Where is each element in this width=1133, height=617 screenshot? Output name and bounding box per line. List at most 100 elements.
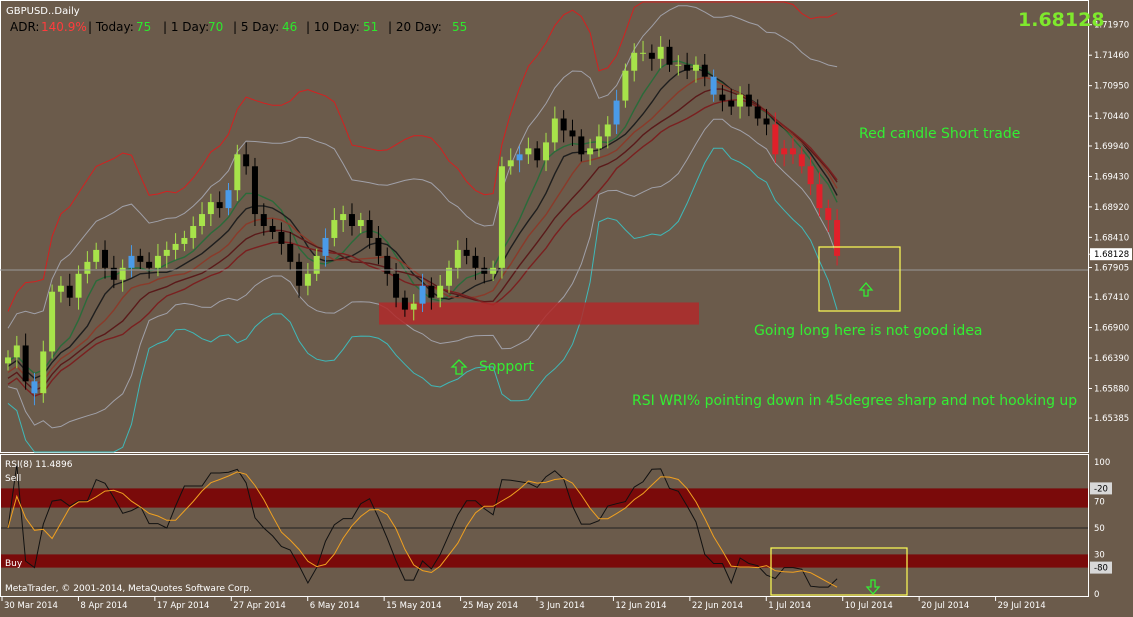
price-tick-label: 1.67410: [1094, 293, 1129, 303]
candle-body: [102, 249, 109, 268]
rsi-overbought-band: [1, 488, 1088, 508]
candle-body: [595, 136, 602, 149]
adr-label: ADR:: [10, 20, 39, 34]
candle-body: [393, 273, 400, 298]
date-tick-label: 3 Jun 2014: [539, 601, 585, 611]
candle-body: [384, 255, 391, 274]
candle-body: [84, 261, 91, 274]
date-tick-label: 1 Jul 2014: [768, 601, 811, 611]
price-tick-label: 1.70950: [1094, 82, 1129, 92]
day10-label: | 10 Day:: [306, 20, 360, 34]
candle-body: [172, 243, 179, 250]
candle-body: [507, 160, 514, 167]
candle-body: [190, 226, 197, 238]
rsi-level-label: 30: [1094, 550, 1105, 560]
candle-body: [428, 285, 435, 298]
candle-body: [472, 255, 479, 268]
candle-body: [357, 220, 364, 227]
candle-body: [710, 76, 717, 95]
support-zone: [379, 302, 699, 325]
price-tick-label: 1.69940: [1094, 142, 1129, 152]
price-tick-label: 1.66390: [1094, 354, 1129, 364]
date-tick-label: 17 Apr 2014: [157, 601, 210, 611]
candle-body: [525, 148, 532, 155]
candle-body: [5, 357, 11, 364]
candle-body: [463, 249, 470, 256]
candle-body: [551, 118, 558, 143]
adr-stats: ADR: 140.9% | Today: 75 | 1 Day: 70 | 5 …: [10, 20, 467, 34]
candle-body: [781, 148, 788, 155]
candle-body: [313, 255, 320, 274]
candle-body: [640, 52, 647, 54]
day20-value: 55: [452, 20, 467, 34]
candle-body: [199, 214, 206, 227]
candle-body: [348, 214, 355, 227]
candle-body: [745, 94, 752, 107]
price-tick-label: 1.68410: [1094, 233, 1129, 243]
candle-body: [613, 100, 620, 125]
candle-body: [578, 136, 585, 155]
date-tick-label: 12 Jun 2014: [615, 601, 666, 611]
candle-body: [569, 130, 576, 137]
price-chart[interactable]: 1.719701.714601.709501.704401.699401.694…: [0, 0, 1133, 613]
candle-body: [534, 148, 541, 161]
candle-body: [657, 46, 664, 59]
price-tick-label: 1.68920: [1094, 203, 1129, 213]
day10-value: 51: [363, 20, 378, 34]
date-tick-label: 22 Jun 2014: [692, 601, 743, 611]
candle-body: [13, 345, 20, 358]
day1-label: | 1 Day:: [163, 20, 209, 34]
candle-body: [816, 184, 823, 209]
candle-body: [340, 214, 347, 221]
candle-body: [498, 166, 505, 268]
support-zone-rect: [379, 302, 699, 325]
candle-body: [154, 255, 161, 268]
candle-body: [40, 351, 47, 394]
candle-body: [269, 226, 276, 232]
candle-body: [22, 345, 29, 382]
candle-body: [296, 261, 303, 286]
candle-body: [648, 52, 655, 59]
candle-body: [481, 267, 488, 274]
candle-body: [825, 208, 832, 221]
today-value: 75: [136, 20, 151, 34]
candle-body: [31, 381, 38, 394]
candle-body: [225, 190, 232, 209]
candle-body: [410, 303, 417, 310]
candle-body: [728, 100, 735, 107]
candle-body: [587, 148, 594, 155]
day1-value: 70: [208, 20, 223, 34]
price-tick-label: 1.65880: [1094, 384, 1129, 394]
candle-body: [287, 243, 294, 262]
candle-body: [260, 214, 267, 227]
day5-value: 46: [282, 20, 297, 34]
day20-label: | 20 Day:: [388, 20, 442, 34]
candle-body: [543, 142, 550, 161]
rsi-buy-label: Buy: [5, 559, 23, 569]
candle-body: [49, 291, 56, 352]
candle-body: [490, 267, 497, 274]
candle-body: [57, 285, 64, 292]
rsi-level-label: 0: [1094, 590, 1099, 600]
candle-body: [375, 237, 382, 256]
chart-window: 1.71970 1.71460 1.70950 1.70440 1.69940 1.694…: [0, 0, 1133, 613]
annotation-going-long: Going long here is not good idea: [754, 323, 983, 339]
candle-body: [692, 64, 699, 71]
price-tick-label: 1.71460: [1094, 51, 1129, 61]
price-tick-label: 1.67905: [1094, 264, 1129, 274]
candle-body: [216, 202, 223, 209]
price-tick-label: 1.65385: [1094, 414, 1129, 424]
candle-body: [560, 118, 567, 131]
rsi-level-label: 50: [1094, 524, 1105, 534]
footer-copyright: MetaTrader, © 2001-2014, MetaQuotes Soft…: [5, 584, 252, 594]
candle-body: [128, 255, 135, 268]
today-label: | Today:: [88, 20, 134, 34]
price-tick-label: 1.69430: [1094, 172, 1129, 182]
symbol-title: GBPUSD..Daily: [6, 6, 80, 17]
annotation-red-candle: Red candle Short trade: [859, 126, 1020, 142]
candle-body: [401, 297, 408, 310]
rsi-level-label: 70: [1094, 498, 1105, 508]
candle-body: [322, 237, 329, 256]
rsi-level-label: -20: [1094, 484, 1108, 494]
candle-body: [137, 255, 144, 262]
